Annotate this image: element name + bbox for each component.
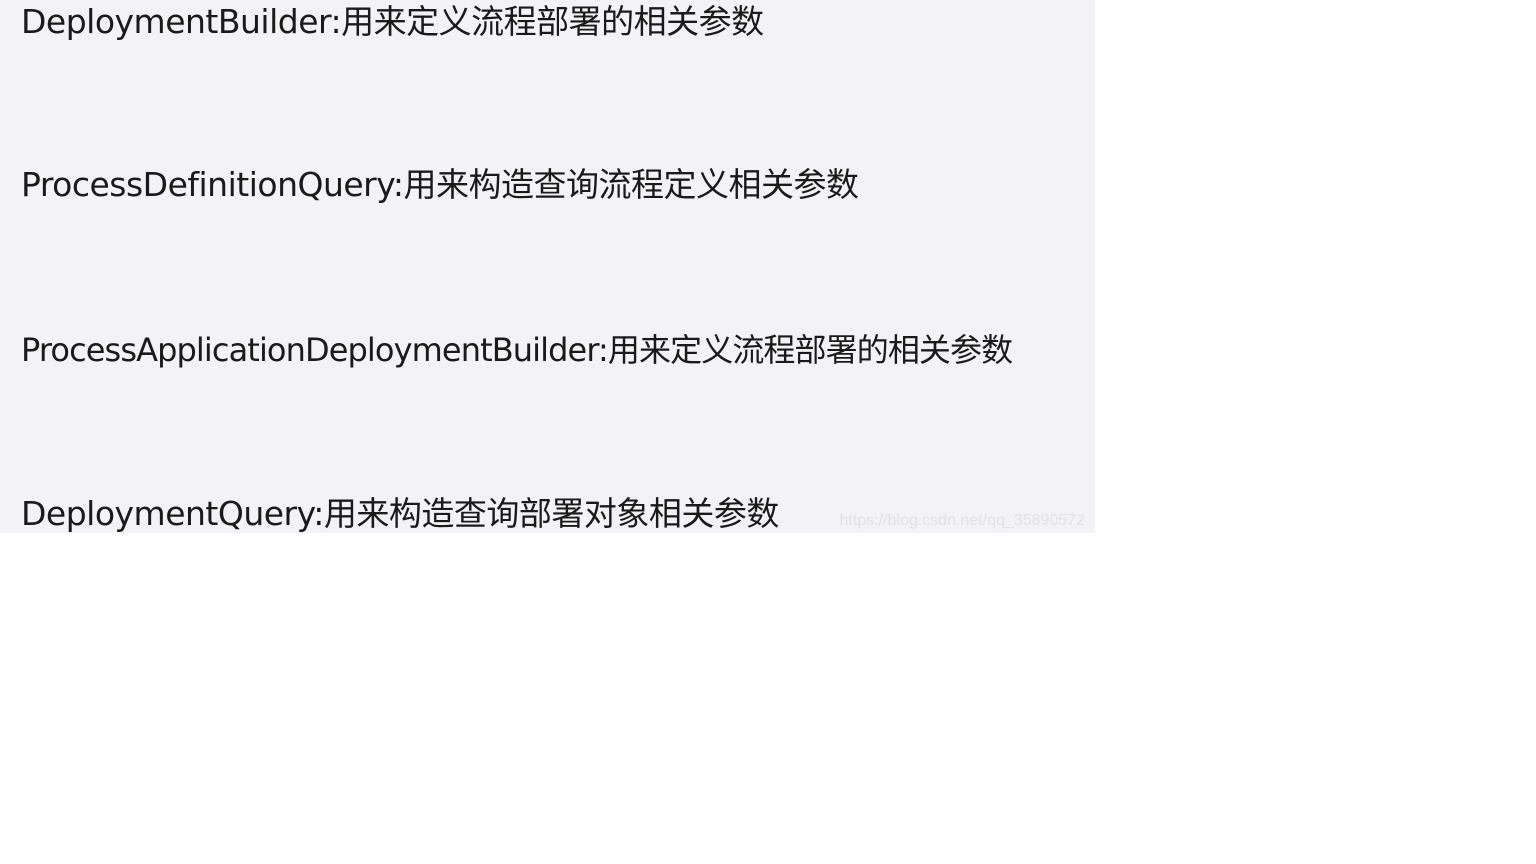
watermark-url: https://blog.csdn.net/qq_35890572	[839, 512, 1085, 529]
text-line-deployment-builder: DeploymentBuilder:用来定义流程部署的相关参数	[21, 2, 764, 41]
text-line-process-definition-query: ProcessDefinitionQuery:用来构造查询流程定义相关参数	[21, 165, 859, 204]
slide-image: DeploymentBuilder:用来定义流程部署的相关参数 ProcessD…	[0, 0, 1095, 533]
text-line-deployment-query: DeploymentQuery:用来构造查询部署对象相关参数	[21, 494, 779, 533]
text-line-process-application-deployment-builder: ProcessApplicationDeploymentBuilder:用来定义…	[21, 331, 1013, 369]
